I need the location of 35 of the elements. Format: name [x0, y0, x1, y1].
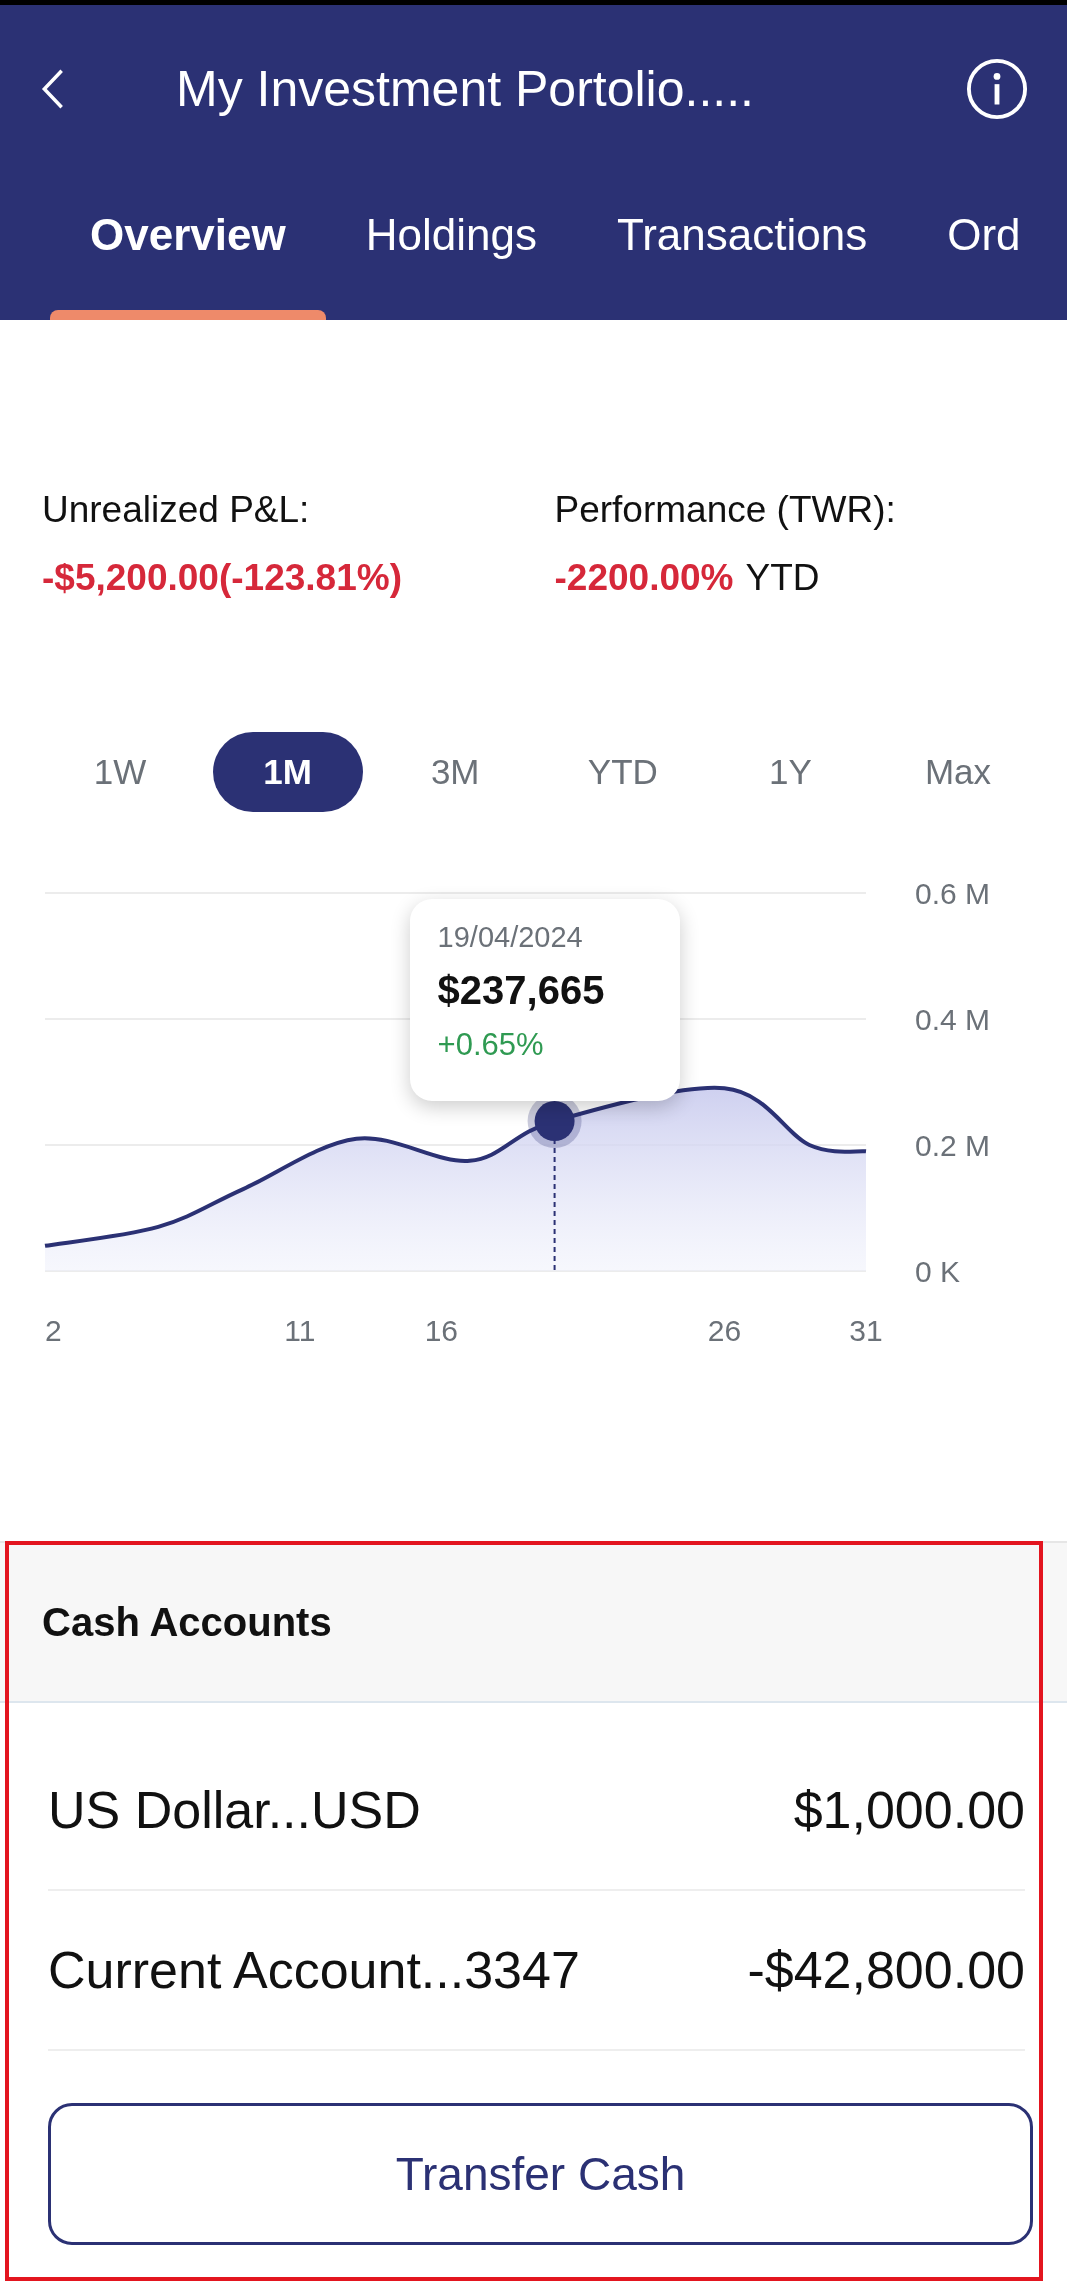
- period-label: YTD: [745, 557, 820, 598]
- x-axis-label: 31: [849, 1314, 883, 1347]
- x-axis-label: 11: [284, 1314, 316, 1347]
- section-title: Cash Accounts: [42, 1599, 332, 1645]
- y-axis-label: 0.2 M: [915, 1129, 991, 1162]
- transfer-cash-button[interactable]: Transfer Cash: [48, 2103, 1033, 2245]
- tab[interactable]: Ord: [907, 173, 1061, 320]
- y-axis-label: 0 K: [915, 1255, 961, 1288]
- account-name: Current Account...3347: [48, 1940, 580, 2000]
- y-axis-label: 0.6 M: [915, 877, 991, 910]
- tab[interactable]: Overview: [50, 173, 326, 320]
- stat-value: -2200.00%: [554, 557, 734, 598]
- range-tab[interactable]: 1M: [212, 732, 363, 812]
- tooltip-date: 19/04/2024: [437, 921, 584, 954]
- tab[interactable]: Transactions: [576, 173, 908, 320]
- tab[interactable]: Holdings: [325, 173, 577, 320]
- range-tab[interactable]: 1W: [45, 732, 195, 812]
- tooltip-change: +0.65%: [437, 1027, 545, 1063]
- x-axis-label: 26: [707, 1314, 742, 1347]
- tooltip-value: $237,665: [437, 968, 606, 1013]
- range-tab[interactable]: 3M: [380, 732, 531, 812]
- account-name: US Dollar...USD: [48, 1780, 421, 1840]
- x-axis-label: 2: [45, 1314, 62, 1347]
- stat-value: -$5,200.00(-123.81%): [42, 557, 402, 598]
- range-tab[interactable]: Max: [882, 732, 1033, 812]
- stat-label: Unrealized P&L:: [42, 488, 311, 532]
- info-icon[interactable]: [966, 58, 1028, 120]
- y-axis-label: 0.4 M: [915, 1003, 991, 1036]
- account-balance: -$42,800.00: [747, 1940, 1025, 2000]
- account-balance: $1,000.00: [793, 1780, 1025, 1840]
- page-title: My Investment Portolio.....: [176, 60, 755, 118]
- stat-label: Performance (TWR):: [554, 488, 897, 532]
- range-tab[interactable]: YTD: [547, 732, 698, 812]
- range-tab[interactable]: 1Y: [715, 732, 866, 812]
- x-axis-label: 16: [424, 1314, 459, 1347]
